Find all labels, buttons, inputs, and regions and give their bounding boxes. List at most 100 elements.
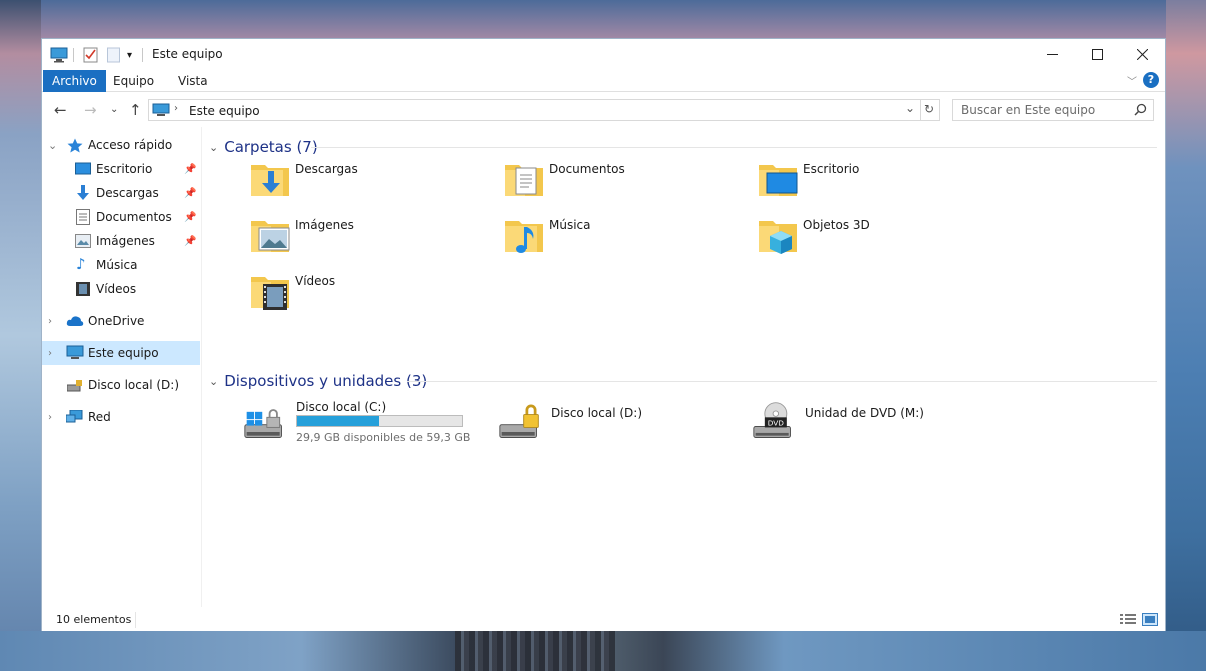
window-title: Este equipo	[152, 47, 223, 61]
sidebar-item-musica[interactable]: ♪ Música	[42, 253, 200, 277]
search-input[interactable]	[953, 100, 1123, 120]
group-title: Carpetas (7)	[224, 138, 318, 156]
group-chevron-icon[interactable]: ⌄	[209, 141, 218, 154]
status-divider	[135, 612, 136, 628]
sidebar-item-este-equipo[interactable]: › Este equipo	[42, 341, 200, 365]
folders-group-header[interactable]: ⌄ Carpetas (7)	[209, 137, 318, 157]
folder-tile-musica[interactable]: Música	[503, 215, 753, 267]
tab-vista[interactable]: Vista	[169, 70, 217, 92]
folder-tile-videos[interactable]: Vídeos	[249, 271, 499, 323]
computer-icon	[66, 345, 84, 360]
sidebar-item-videos[interactable]: Vídeos	[42, 277, 200, 301]
forward-arrow-icon[interactable]: →	[84, 101, 97, 119]
collapsed-chevron-icon[interactable]: ›	[48, 412, 52, 423]
customize-quick-access-icon[interactable]: ▾	[127, 46, 132, 64]
sidebar-item-imagenes[interactable]: Imágenes 📌	[42, 229, 200, 253]
documents-folder-icon	[505, 165, 543, 196]
drive-name: Disco local (C:)	[296, 400, 387, 414]
back-arrow-icon[interactable]: ←	[54, 101, 67, 119]
sidebar-item-quick-access[interactable]: ⌄ Acceso rápido	[42, 133, 200, 157]
3d-objects-folder-icon	[759, 221, 797, 254]
sidebar-item-documentos[interactable]: Documentos 📌	[42, 205, 200, 229]
expanded-chevron-icon[interactable]: ⌄	[48, 139, 57, 152]
breadcrumb-chevron-icon[interactable]: ›	[174, 103, 178, 114]
sidebar-item-red[interactable]: › Red	[42, 405, 200, 429]
folder-name: Documentos	[549, 162, 625, 176]
music-folder-icon	[505, 221, 543, 253]
network-icon	[65, 409, 83, 425]
large-icons-view-icon[interactable]	[1142, 613, 1158, 626]
sidebar-item-escritorio[interactable]: Escritorio 📌	[42, 157, 200, 181]
expand-ribbon-icon[interactable]: ﹀	[1127, 73, 1137, 88]
tab-equipo[interactable]: Equipo	[104, 70, 163, 92]
folder-tile-descargas[interactable]: Descargas	[249, 159, 499, 211]
folder-tile-escritorio[interactable]: Escritorio	[757, 159, 1007, 211]
drive-tile-dvd[interactable]: DVD Unidad de DVD (M:)	[752, 399, 1002, 451]
minimize-button[interactable]	[1029, 39, 1075, 69]
folder-tile-documentos[interactable]: Documentos	[503, 159, 753, 211]
breadcrumb[interactable]: Este equipo	[189, 104, 260, 118]
search-icon[interactable]	[1134, 103, 1147, 119]
drive-tile-d[interactable]: Disco local (D:)	[498, 399, 748, 451]
sidebar-item-onedrive[interactable]: › OneDrive	[42, 309, 200, 333]
drive-tile-c[interactable]: Disco local (C:) 29,9 GB disponibles de …	[243, 399, 503, 451]
folder-tile-imagenes[interactable]: Imágenes	[249, 215, 499, 267]
sidebar-item-label: Música	[96, 258, 138, 272]
help-icon[interactable]: ?	[1143, 72, 1159, 88]
download-arrow-icon	[75, 185, 92, 200]
close-button[interactable]	[1119, 39, 1165, 69]
group-divider	[311, 147, 1157, 148]
group-divider	[407, 381, 1157, 382]
sidebar-item-label: OneDrive	[88, 314, 145, 328]
title-bar[interactable]: ▾ Este equipo	[42, 39, 1165, 69]
folder-name: Música	[549, 218, 591, 232]
navigation-pane: ⌄ Acceso rápido Escritorio 📌 Descargas 📌	[42, 127, 202, 607]
address-dropdown-icon[interactable]: ⌄	[905, 101, 915, 115]
sidebar-item-label: Acceso rápido	[88, 138, 173, 152]
sidebar-item-label: Vídeos	[96, 282, 137, 296]
file-explorer-window: ▾ Este equipo Archivo Equipo Vista ﹀ ? ←…	[41, 38, 1166, 631]
tab-archivo[interactable]: Archivo	[43, 70, 106, 92]
collapsed-chevron-icon[interactable]: ›	[48, 316, 52, 327]
maximize-button[interactable]	[1074, 39, 1120, 69]
cloud-icon	[66, 315, 84, 330]
sidebar-item-label: Imágenes	[96, 234, 155, 248]
document-icon	[76, 209, 93, 225]
group-title: Dispositivos y unidades (3)	[224, 372, 428, 390]
folder-name: Escritorio	[803, 162, 860, 176]
new-folder-icon[interactable]	[107, 46, 120, 64]
details-view-icon[interactable]	[1120, 613, 1136, 626]
recent-locations-chevron-icon[interactable]: ⌄	[110, 104, 118, 115]
sidebar-item-disco-d[interactable]: Disco local (D:)	[42, 373, 200, 397]
drive-name: Unidad de DVD (M:)	[805, 406, 924, 420]
properties-icon[interactable]	[83, 46, 98, 64]
drive-free-space: 29,9 GB disponibles de 59,3 GB	[296, 431, 471, 444]
star-icon	[67, 138, 84, 153]
pin-icon[interactable]: 📌	[184, 164, 196, 175]
pin-icon[interactable]: 📌	[184, 212, 196, 223]
desktop-wallpaper-left	[0, 0, 41, 671]
ribbon-tabs: Archivo Equipo Vista ﹀ ?	[42, 69, 1165, 92]
sidebar-item-descargas[interactable]: Descargas 📌	[42, 181, 200, 205]
devices-group-header[interactable]: ⌄ Dispositivos y unidades (3)	[209, 371, 427, 391]
dvd-drive-icon: DVD	[753, 402, 791, 438]
folder-tile-objetos-3d[interactable]: Objetos 3D	[757, 215, 1007, 267]
address-bar[interactable]: › Este equipo ⌄ ↻	[148, 99, 940, 121]
film-icon	[76, 282, 93, 297]
drive-usage-fill	[297, 416, 379, 426]
group-chevron-icon[interactable]: ⌄	[209, 375, 218, 388]
status-bar: 10 elementos	[42, 609, 1165, 631]
music-note-icon: ♪	[76, 255, 86, 273]
up-arrow-icon[interactable]: ↑	[129, 101, 142, 119]
sidebar-item-label: Este equipo	[88, 346, 159, 360]
pin-icon[interactable]: 📌	[184, 236, 196, 247]
title-separator	[142, 46, 143, 64]
wallpaper-pier	[455, 631, 615, 671]
collapsed-chevron-icon[interactable]: ›	[48, 348, 52, 359]
address-divider	[920, 100, 921, 120]
videos-folder-icon	[251, 277, 289, 310]
pin-icon[interactable]: 📌	[184, 188, 196, 199]
refresh-icon[interactable]: ↻	[924, 102, 934, 116]
search-box[interactable]	[952, 99, 1154, 121]
desktop-icon	[75, 162, 92, 177]
